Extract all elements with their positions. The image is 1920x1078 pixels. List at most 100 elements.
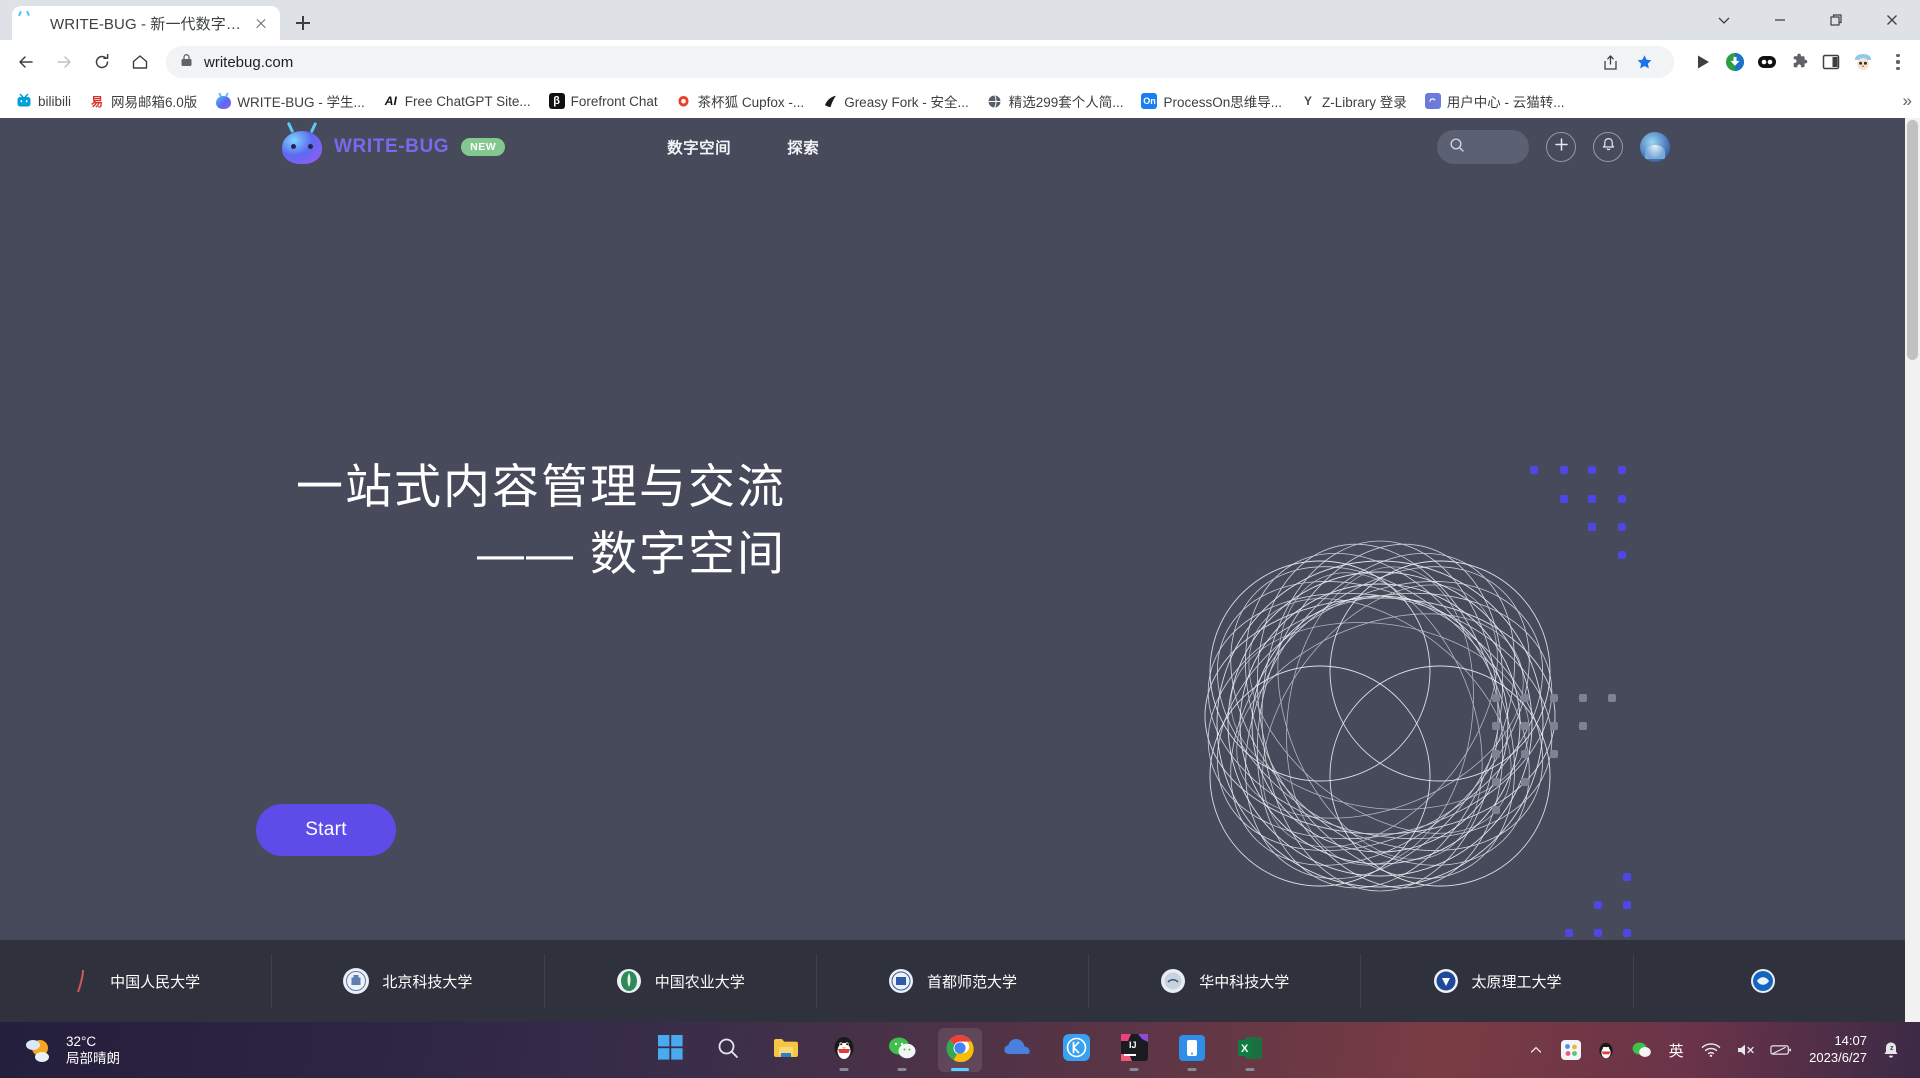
hust-seal-icon — [1160, 968, 1186, 994]
chrome[interactable] — [938, 1028, 982, 1072]
minimize-icon[interactable] — [1752, 0, 1808, 40]
bookmark-resume-templates[interactable]: 精选299套个人简... — [979, 87, 1132, 115]
writebug-logo-icon — [282, 130, 322, 164]
processon-icon: On — [1141, 93, 1158, 109]
phone-link[interactable] — [1170, 1028, 1214, 1072]
file-explorer[interactable] — [764, 1028, 808, 1072]
puzzle-icon[interactable] — [1786, 49, 1812, 75]
notifications-button[interactable] — [1593, 132, 1623, 162]
close-window-icon[interactable] — [1864, 0, 1920, 40]
bookmark-forefront-chat[interactable]: β Forefront Chat — [541, 89, 666, 113]
bookmark-yunmao[interactable]: 用户中心 - 云猫转... — [1417, 87, 1573, 115]
app-running-indicator — [1129, 1068, 1139, 1071]
wifi-icon[interactable] — [1700, 1039, 1722, 1061]
web-page: WRITE-BUG NEW 数字空间 探索 一站式内容管理与交流 —— 数字空间… — [0, 118, 1920, 1022]
home-icon[interactable] — [122, 44, 158, 80]
qq[interactable] — [822, 1028, 866, 1072]
app-running-indicator — [1245, 1068, 1255, 1071]
intellij-idea[interactable]: IJ — [1112, 1028, 1156, 1072]
partner-extra[interactable] — [1634, 954, 1905, 1008]
bookmark-star-icon[interactable] — [1628, 46, 1660, 78]
bookmark-label: Forefront Chat — [570, 93, 658, 109]
dual-circle-icon[interactable] — [1754, 49, 1780, 75]
search-icon — [716, 1036, 740, 1065]
partner-ustb[interactable]: 北京科技大学 — [272, 954, 545, 1008]
search-input[interactable] — [1437, 130, 1529, 164]
bookmark-bilibili[interactable]: bilibili — [8, 89, 79, 113]
excel[interactable]: X — [1228, 1028, 1272, 1072]
globe-icon — [986, 93, 1003, 109]
bookmark-writebug[interactable]: WRITE-BUG - 学生... — [207, 87, 373, 115]
site-logo[interactable]: WRITE-BUG NEW — [282, 130, 506, 164]
color-dots-icon[interactable] — [1560, 1039, 1582, 1061]
bookmarks-bar: bilibili 易 网易邮箱6.0版 WRITE-BUG - 学生... AI… — [0, 84, 1920, 118]
panda-avatar-icon[interactable] — [1850, 49, 1876, 75]
partner-cnu[interactable]: 首都师范大学 — [817, 954, 1090, 1008]
ime-language-indicator[interactable]: 英 — [1665, 1039, 1687, 1061]
reload-icon[interactable] — [84, 44, 120, 80]
restore-icon[interactable] — [1808, 0, 1864, 40]
qq-penguin-icon — [831, 1034, 857, 1067]
clock-time: 14:07 — [1834, 1033, 1867, 1049]
nav-item-digital-space[interactable]: 数字空间 — [667, 136, 731, 158]
taskbar-search[interactable] — [706, 1028, 750, 1072]
qq-icon[interactable] — [1595, 1039, 1617, 1061]
add-button[interactable] — [1546, 132, 1576, 162]
tab-writebug[interactable]: WRITE-BUG - 新一代数字空间 — [12, 6, 280, 40]
side-panel-icon[interactable] — [1818, 49, 1844, 75]
bookmark-zlibrary[interactable]: Y Z-Library 登录 — [1292, 87, 1415, 115]
phone-icon — [1179, 1034, 1205, 1066]
start-button[interactable] — [648, 1028, 692, 1072]
wechat[interactable] — [880, 1028, 924, 1072]
speaker-muted-icon[interactable] — [1735, 1039, 1757, 1061]
partner-tyut[interactable]: 太原理工大学 — [1361, 954, 1634, 1008]
chevron-up-icon[interactable] — [1525, 1039, 1547, 1061]
app-running-indicator — [897, 1068, 907, 1071]
kugou[interactable] — [1054, 1028, 1098, 1072]
bookmark-processon[interactable]: On ProcessOn思维导... — [1133, 87, 1290, 115]
zlibrary-icon: Y — [1300, 93, 1317, 109]
partner-name: 太原理工大学 — [1471, 973, 1562, 991]
partner-renmin[interactable]: 中国人民大学 — [0, 954, 273, 1008]
battery-icon[interactable] — [1770, 1039, 1792, 1061]
partner-hust[interactable]: 华中科技大学 — [1089, 954, 1362, 1008]
back-arrow-icon[interactable] — [8, 44, 44, 80]
app-running-indicator — [1187, 1068, 1197, 1071]
new-tab-button[interactable] — [286, 6, 320, 40]
wechat-icon[interactable] — [1630, 1039, 1652, 1061]
close-tab-icon[interactable] — [250, 12, 272, 34]
forward-arrow-icon[interactable] — [46, 44, 82, 80]
clock-widget[interactable]: 14:07 2023/6/27 — [1809, 1033, 1867, 1067]
svg-text:z: z — [1890, 1045, 1894, 1052]
bookmark-netease-mail[interactable]: 易 网易邮箱6.0版 — [81, 87, 205, 115]
bookmarks-overflow-icon[interactable]: » — [1903, 91, 1912, 111]
site-secure-lock-icon — [180, 53, 193, 72]
browser-window: WRITE-BUG - 新一代数字空间 writebug.com bilibil… — [0, 0, 1920, 1022]
user-avatar[interactable] — [1640, 132, 1670, 162]
idm-icon[interactable] — [1722, 49, 1748, 75]
system-tray: 英 14:07 2023/6/27 z — [1525, 1033, 1920, 1067]
bookmark-cupfox[interactable]: 茶杯狐 Cupfox -... — [668, 87, 813, 115]
bookmark-greasy-fork[interactable]: Greasy Fork - 安全... — [814, 87, 977, 115]
start-button[interactable]: Start — [256, 804, 396, 856]
address-bar[interactable]: writebug.com — [166, 46, 1674, 78]
tab-search-chevron-icon[interactable] — [1696, 0, 1752, 40]
idea-icon: IJ — [1120, 1034, 1148, 1066]
bookmark-label: Free ChatGPT Site... — [404, 93, 531, 109]
nav-item-explore[interactable]: 探索 — [787, 136, 819, 158]
header-actions — [1437, 130, 1920, 164]
alibaba-cloud[interactable] — [996, 1028, 1040, 1072]
page-scrollbar[interactable] — [1905, 118, 1920, 1022]
cnu-seal-icon — [888, 968, 914, 994]
partner-cau[interactable]: 中国农业大学 — [545, 954, 817, 1008]
renmin-seal-icon — [71, 968, 97, 994]
bookmark-free-chatgpt[interactable]: AI Free ChatGPT Site... — [375, 89, 539, 113]
weather-widget[interactable]: 32°C 局部晴朗 — [0, 1033, 120, 1068]
bookmark-label: 用户中心 - 云猫转... — [1446, 95, 1565, 110]
share-icon[interactable] — [1594, 46, 1626, 78]
play-icon[interactable] — [1690, 49, 1716, 75]
ustb-seal-icon — [343, 968, 370, 994]
do-not-disturb-icon[interactable]: z — [1880, 1039, 1902, 1061]
browser-menu-icon[interactable] — [1884, 47, 1912, 77]
partner-name: 中国人民大学 — [110, 973, 201, 991]
